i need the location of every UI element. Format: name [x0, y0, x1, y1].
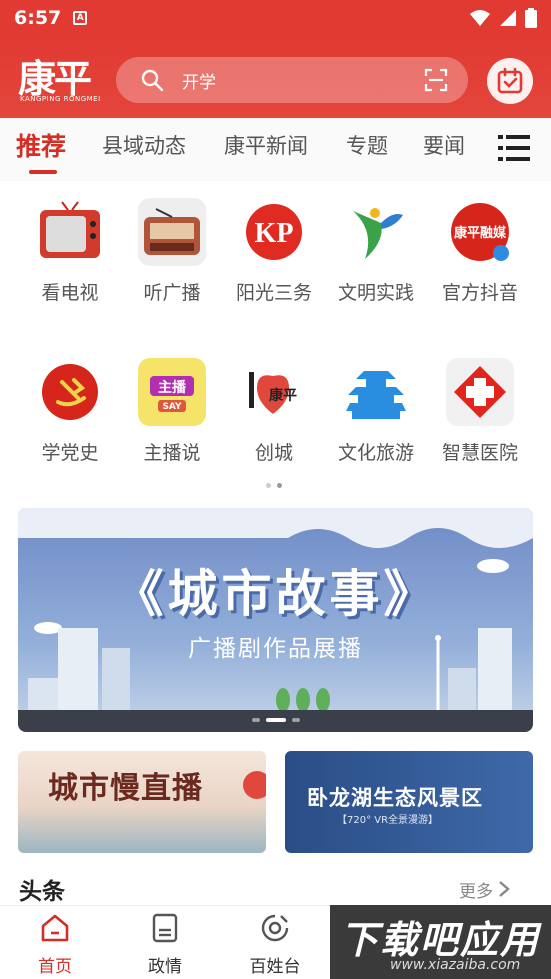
grid-item-hospital[interactable]: 智慧医院: [430, 358, 530, 465]
grid-item-label: 智慧医院: [441, 442, 518, 464]
douyin-badge-text: 康平融媒: [454, 225, 507, 241]
scan-icon[interactable]: [424, 68, 448, 92]
grid-item-douyin[interactable]: 康平融媒 官方抖音: [430, 198, 530, 305]
page-dot-active: [277, 483, 282, 488]
report-icon: [261, 914, 289, 942]
douyin-icon: 康平融媒: [446, 198, 514, 266]
grid-item-label: 学党史: [41, 442, 99, 464]
grid-item-label: 文明实践: [337, 282, 414, 304]
anchor-say-icon: 主播 SAY: [138, 358, 206, 426]
checkin-button[interactable]: [487, 58, 533, 104]
party-emblem-icon: [36, 358, 104, 426]
grid-item-radio[interactable]: 听广播: [122, 198, 222, 305]
nav-label: 政情: [148, 957, 182, 977]
status-icons: [469, 8, 537, 28]
banner-dot-active: [265, 718, 286, 722]
search-icon: [141, 69, 164, 92]
grid-page-indicator: [266, 483, 282, 488]
radio-icon: [138, 198, 206, 266]
grid-item-label: 官方抖音: [441, 282, 518, 304]
grid-item-label: 听广播: [143, 282, 201, 304]
tab-kangping-news[interactable]: 康平新闻: [224, 130, 308, 160]
tab-recommend[interactable]: 推荐: [16, 127, 66, 163]
watermark-overlay: 下载吧应用 www.xiazaiba.com: [330, 905, 551, 979]
sun-decoration: [243, 771, 266, 799]
nav-politics[interactable]: 政情: [125, 912, 205, 977]
banner-carousel[interactable]: 《城市故事》 广播剧作品展播: [18, 508, 533, 732]
banner-title: 《城市故事》: [113, 565, 438, 623]
banner-dot: [291, 718, 300, 722]
card-title: 城市慢直播: [48, 771, 203, 806]
app-header: 康平 KANGPING RONGMEI 开学: [0, 36, 551, 118]
signal-icon: [500, 10, 516, 26]
anchor-badge-text: 主播: [158, 379, 187, 396]
channel-tabs: 推荐 县域动态 康平新闻 专题 要闻: [0, 118, 551, 181]
grid-item-label: 阳光三务: [235, 282, 312, 304]
watermark-title: 下载吧应用: [340, 918, 541, 962]
kp-logo-icon: KP: [240, 198, 308, 266]
calendar-check-icon: [497, 67, 523, 94]
more-label: 更多: [459, 882, 493, 902]
tab-headlines[interactable]: 要闻: [423, 130, 465, 160]
grid-item-label: 看电视: [41, 282, 99, 304]
nav-label: 首页: [38, 957, 72, 977]
watermark-url: www.xiazaiba.com: [390, 957, 521, 973]
grid-item-label: 创城: [254, 442, 293, 464]
grid-item-label: 主播说: [143, 442, 201, 464]
anchor-badge-sub: SAY: [162, 402, 182, 412]
card-subtitle: 【720° VR全景漫游】: [337, 815, 439, 826]
status-bar: 6:57 A: [0, 0, 551, 36]
grid-item-anchor[interactable]: 主播 SAY 主播说: [122, 358, 222, 465]
nav-public[interactable]: 百姓台: [235, 912, 315, 977]
pavilion-icon: [342, 358, 410, 426]
app-logo[interactable]: 康平 KANGPING RONGMEI: [0, 36, 110, 118]
tab-active-indicator: [29, 170, 57, 174]
document-icon: [152, 913, 178, 943]
nav-home[interactable]: 首页: [15, 912, 95, 977]
banner-indicator: [251, 718, 300, 722]
battery-icon: [525, 8, 537, 28]
banner-subtitle: 广播剧作品展播: [188, 636, 363, 662]
love-kangping-icon: 康平: [240, 358, 308, 426]
wifi-icon: [470, 10, 490, 26]
section-title: 头条: [19, 879, 65, 905]
hospital-cross-icon: [446, 358, 514, 426]
logo-subtext: KANGPING RONGMEI: [20, 95, 101, 103]
search-bar[interactable]: 开学: [116, 57, 468, 103]
grid-item-label: 文化旅游: [337, 442, 414, 464]
banner-dot: [251, 718, 260, 722]
chevron-right-icon: [499, 881, 511, 897]
notification-icon: A: [73, 11, 88, 25]
search-placeholder: 开学: [182, 72, 216, 93]
home-icon: [41, 914, 69, 942]
grid-item-culture-travel[interactable]: 文化旅游: [326, 358, 426, 465]
tab-county-news[interactable]: 县域动态: [102, 130, 186, 160]
tab-menu-icon[interactable]: [498, 133, 530, 163]
card-slow-live[interactable]: 城市慢直播: [18, 751, 266, 853]
civilization-icon: [342, 198, 410, 266]
grid-item-party-history[interactable]: 学党史: [20, 358, 120, 465]
card-wolong-lake[interactable]: 卧龙湖生态风景区 【720° VR全景漫游】: [285, 751, 533, 853]
love-badge-text: 康平: [269, 387, 297, 404]
status-time: 6:57: [14, 7, 62, 29]
more-link[interactable]: 更多: [459, 877, 511, 902]
tv-icon: [36, 198, 104, 266]
card-title: 卧龙湖生态风景区: [307, 786, 483, 810]
page-dot: [266, 483, 271, 488]
grid-item-civilization[interactable]: 文明实践: [326, 198, 426, 305]
grid-item-tv[interactable]: 看电视: [20, 198, 120, 305]
tab-topics[interactable]: 专题: [346, 130, 388, 160]
grid-item-civilized-city[interactable]: 康平 创城: [224, 358, 324, 465]
nav-label: 百姓台: [249, 957, 301, 977]
svg-text:KP: KP: [255, 218, 294, 249]
grid-item-sunshine[interactable]: KP 阳光三务: [224, 198, 324, 305]
